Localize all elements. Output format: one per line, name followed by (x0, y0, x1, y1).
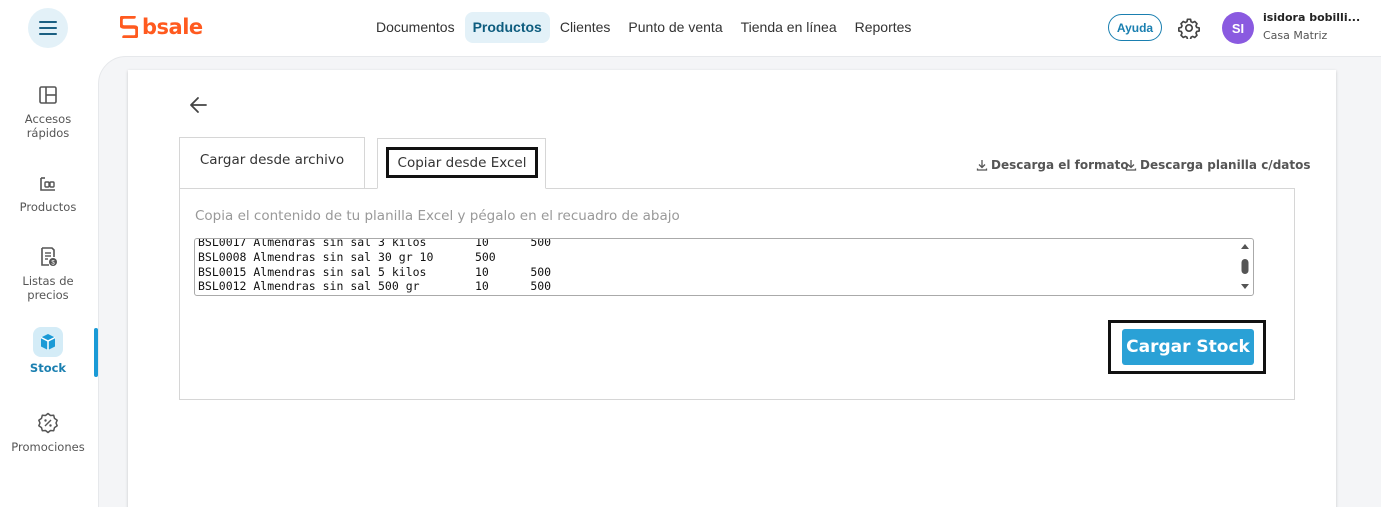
paste-instructions: Copia el contenido de tu planilla Excel … (195, 208, 680, 224)
vertical-scrollbar[interactable] (1238, 240, 1252, 293)
tab-label: Cargar desde archivo (199, 152, 345, 168)
stock-icon-background (33, 327, 63, 357)
tab-label: Copiar desde Excel (397, 154, 527, 171)
scroll-up-arrow-icon[interactable] (1241, 244, 1249, 249)
back-arrow-icon[interactable] (188, 94, 210, 116)
sidebar-item-productos[interactable]: Productos (0, 172, 96, 214)
sidebar-item-label: Promociones (11, 440, 85, 454)
sidebar-item-listas-de-precios[interactable]: $ Listas de precios (0, 246, 96, 302)
submit-highlight: Cargar Stock (1108, 320, 1266, 374)
user-name[interactable]: isidora bobilli... (1263, 11, 1360, 24)
product-icon (40, 177, 55, 191)
sidebar-item-label: Listas de precios (22, 274, 74, 302)
tab-highlight: Copiar desde Excel (386, 147, 538, 178)
sidebar-item-label: Stock (29, 361, 67, 375)
bsale-logo[interactable]: bsale (120, 15, 203, 39)
sidebar: Accesos rápidos Productos $ Listas de pr… (0, 56, 98, 507)
download-format-label: Descarga el formato (991, 158, 1129, 172)
nav-tienda-en-linea[interactable]: Tienda en línea (733, 12, 845, 43)
top-navigation: Documentos Productos Clientes Punto de v… (368, 12, 919, 43)
avatar[interactable]: SI (1222, 12, 1254, 44)
bsale-logo-icon (120, 16, 138, 38)
hamburger-icon (39, 21, 57, 35)
logo-text: bsale (142, 15, 203, 39)
box-icon (40, 334, 56, 350)
pasted-content: BSL0017 Almendras sin sal 3 kilos 10 500… (198, 238, 552, 294)
nav-productos[interactable]: Productos (464, 12, 550, 43)
nav-punto-de-venta[interactable]: Punto de venta (620, 12, 730, 43)
excel-paste-textarea[interactable]: BSL0017 Almendras sin sal 3 kilos 10 500… (194, 238, 1254, 296)
download-data-label: Descarga planilla c/datos (1140, 158, 1311, 172)
nav-documentos[interactable]: Documentos (368, 12, 463, 43)
scroll-thumb[interactable] (1241, 259, 1249, 274)
sidebar-item-promociones[interactable]: Promociones (0, 412, 96, 454)
sidebar-item-label: Accesos rápidos (24, 112, 72, 140)
nav-clientes[interactable]: Clientes (552, 12, 619, 43)
sidebar-item-accesos-rapidos[interactable]: Accesos rápidos (0, 84, 96, 140)
help-button[interactable]: Ayuda (1108, 14, 1162, 41)
percent-badge-icon (38, 412, 58, 434)
sidebar-item-label: Productos (19, 200, 77, 214)
sidebar-item-stock[interactable]: Stock (0, 327, 96, 375)
tab-copiar-desde-excel[interactable]: Copiar desde Excel (377, 138, 546, 189)
nav-reportes[interactable]: Reportes (847, 12, 920, 43)
price-list-icon: $ (41, 247, 57, 267)
layout-icon (39, 86, 57, 104)
cargar-stock-button[interactable]: Cargar Stock (1122, 329, 1254, 365)
download-icon (1125, 160, 1137, 171)
gear-icon[interactable] (1178, 17, 1200, 39)
tab-cargar-desde-archivo[interactable]: Cargar desde archivo (179, 137, 365, 189)
download-format-link[interactable]: Descarga el formato (976, 158, 1129, 172)
top-bar: bsale Documentos Productos Clientes Punt… (0, 0, 1381, 56)
menu-button[interactable] (28, 8, 68, 48)
download-data-link[interactable]: Descarga planilla c/datos (1125, 158, 1311, 172)
scroll-down-arrow-icon[interactable] (1241, 284, 1249, 289)
user-branch: Casa Matriz (1263, 29, 1328, 42)
download-icon (976, 160, 988, 171)
